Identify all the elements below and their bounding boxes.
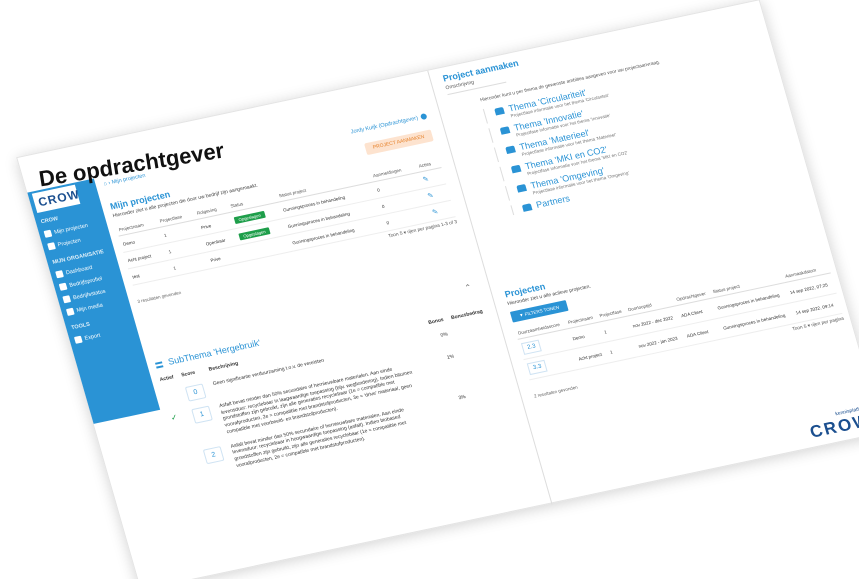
- edit-icon[interactable]: ✎: [427, 192, 435, 200]
- status-badge: Opgeslagen: [238, 226, 271, 240]
- edit-icon[interactable]: ✎: [432, 209, 440, 217]
- screenshot-sheet: CROW CROW Mijn projecten Projecten MIJN …: [16, 0, 859, 579]
- score-box: 2: [202, 445, 225, 464]
- chevron-up-icon[interactable]: ⌃: [464, 283, 473, 293]
- theme-icon: [494, 106, 505, 116]
- subthema-panel: ⌃ SubThema 'Hergebruik' Actief Score Bes…: [154, 283, 538, 572]
- projecten-panel: Projecten Hieronder ziet u alle actieve …: [503, 223, 847, 399]
- building-icon: [58, 282, 68, 291]
- folder-icon: [47, 242, 56, 251]
- theme-icon: [499, 125, 511, 135]
- folder-icon: [43, 229, 53, 238]
- export-icon: [73, 335, 83, 344]
- score-box: 3.3: [526, 359, 548, 376]
- edit-icon[interactable]: ✎: [422, 176, 430, 184]
- stage: De opdrachtgever CROW CROW Mijn projecte…: [0, 0, 859, 579]
- project-aanmaken-panel: Project aanmaken Omschrijving Hieronder …: [442, 7, 799, 226]
- status-icon: [62, 295, 72, 304]
- gear-icon[interactable]: [419, 113, 428, 121]
- media-icon: [65, 307, 75, 316]
- theme-icon: [510, 164, 522, 173]
- partners-icon: [521, 202, 533, 212]
- crow-brand-logo: kennisplatform CROW: [807, 404, 859, 442]
- score-box: 0: [184, 383, 207, 402]
- theme-icon: [505, 144, 516, 154]
- theme-icon: [516, 183, 527, 193]
- list-icon: [154, 360, 164, 369]
- score-box: 1: [191, 405, 213, 424]
- check-icon: ✓: [169, 412, 179, 423]
- dashboard-icon: [55, 270, 64, 279]
- status-badge: Opgeslagen: [233, 210, 266, 224]
- score-box: 2.3: [520, 339, 543, 355]
